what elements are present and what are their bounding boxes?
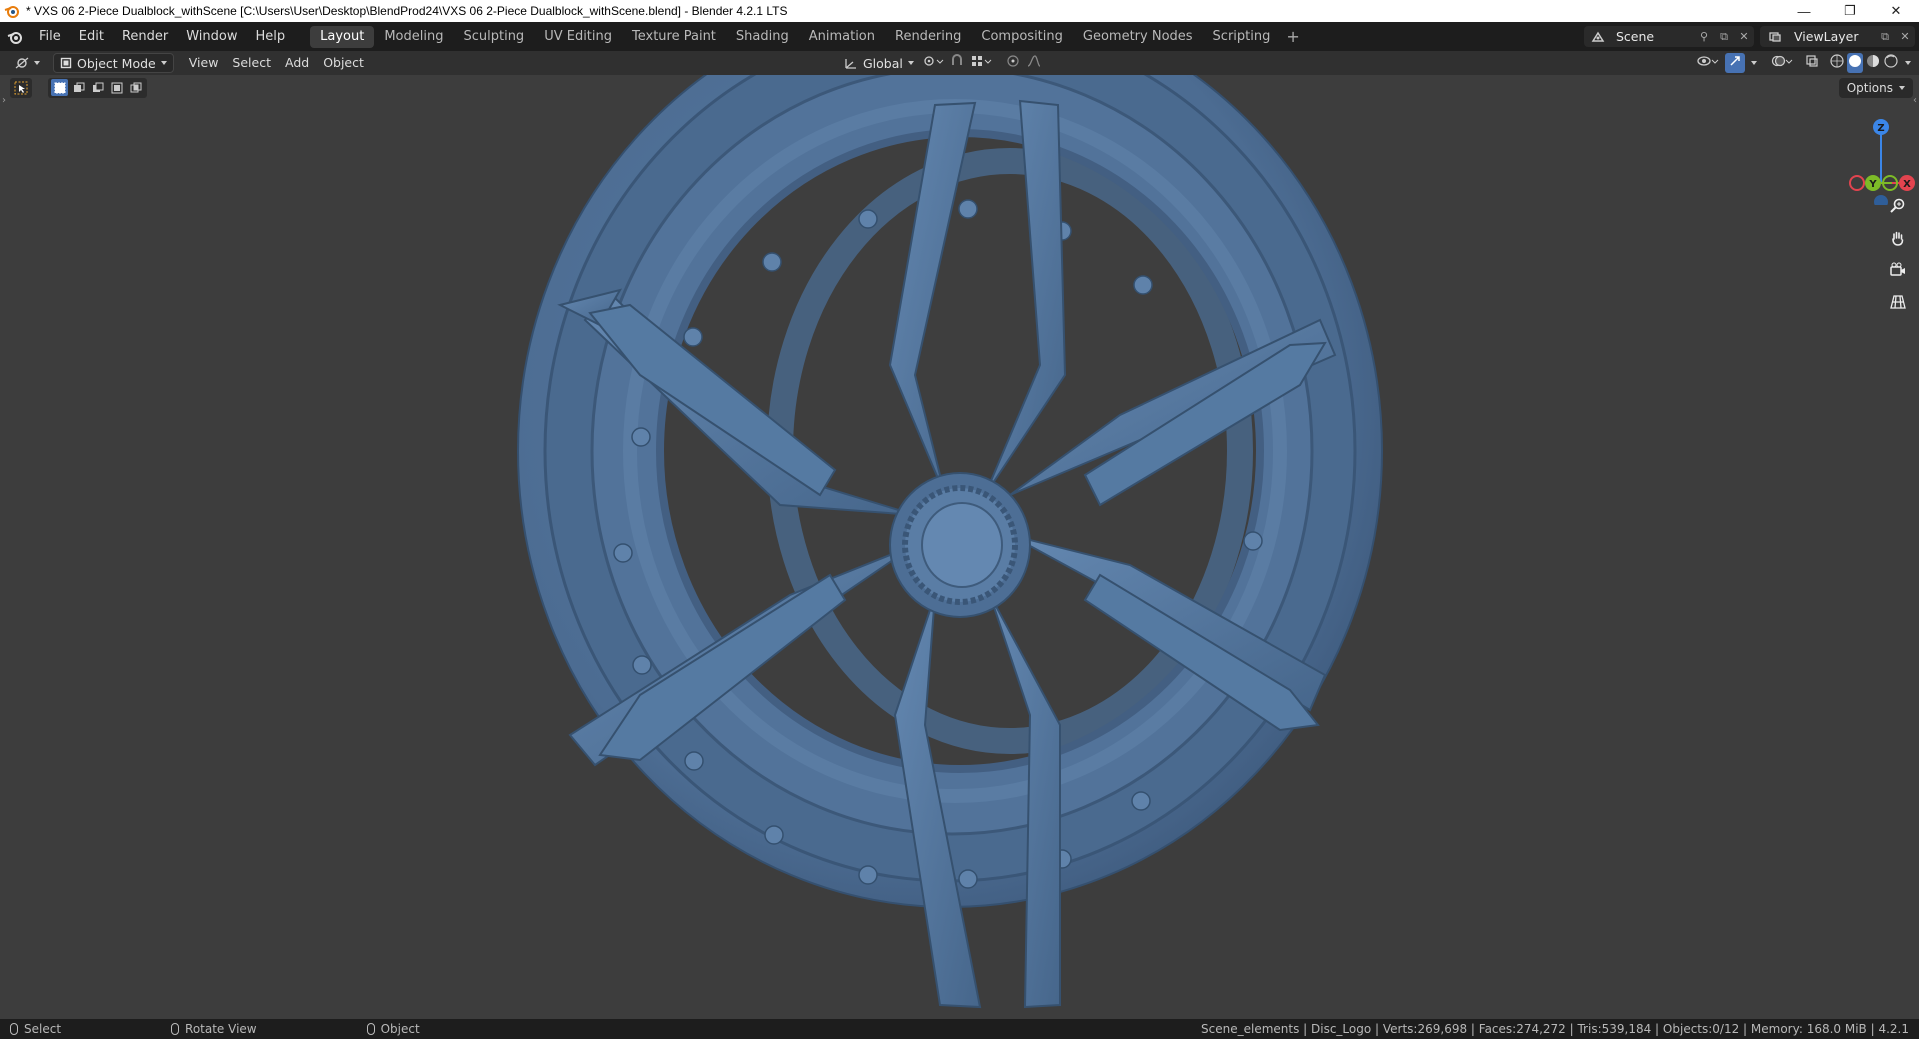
delete-scene-icon[interactable]: ✕ — [1734, 27, 1754, 47]
object-mode-icon — [60, 57, 72, 69]
blender-menu-icon[interactable] — [0, 29, 30, 45]
tab-geometry-nodes[interactable]: Geometry Nodes — [1073, 26, 1203, 48]
view-layer-name: ViewLayer — [1794, 29, 1859, 44]
tab-uv-editing[interactable]: UV Editing — [534, 26, 622, 48]
gizmo-neg-x-icon[interactable] — [1849, 175, 1865, 191]
restore-button[interactable]: ❐ — [1827, 0, 1873, 22]
tab-texture-paint[interactable]: Texture Paint — [622, 26, 726, 48]
add-workspace-button[interactable]: + — [1280, 27, 1305, 46]
right-mouse-icon — [366, 1023, 375, 1035]
tab-shading[interactable]: Shading — [726, 26, 799, 48]
3d-viewport[interactable]: › ‹ Options Z Y X — [0, 75, 1919, 1019]
svg-text:Z: Z — [1877, 123, 1884, 134]
tab-compositing[interactable]: Compositing — [971, 26, 1073, 48]
pan-hand-icon[interactable] — [1885, 225, 1911, 251]
mode-dropdown[interactable]: Object Mode — [53, 53, 174, 73]
xray-icon[interactable] — [1805, 54, 1819, 72]
window-title: * VXS 06 2-Piece Dualblock_withScene [C:… — [26, 4, 788, 18]
proportional-editing-icon[interactable] — [1006, 54, 1020, 72]
menu-help[interactable]: Help — [247, 26, 295, 48]
menu-window[interactable]: Window — [177, 26, 246, 48]
menu-object[interactable]: Object — [316, 53, 371, 73]
middle-mouse-icon — [171, 1023, 180, 1035]
scene-selector[interactable]: Scene ⚲ ⧉ ✕ — [1584, 26, 1754, 47]
zoom-icon[interactable] — [1885, 193, 1911, 219]
menu-render[interactable]: Render — [113, 26, 177, 48]
svg-text:Y: Y — [1868, 179, 1877, 190]
tab-animation[interactable]: Animation — [799, 26, 885, 48]
snap-icon[interactable] — [950, 54, 964, 72]
gizmo-toggle-icon[interactable] — [1725, 53, 1745, 73]
tab-scripting[interactable]: Scripting — [1203, 26, 1281, 48]
window-titlebar: * VXS 06 2-Piece Dualblock_withScene [C:… — [0, 0, 1919, 22]
tab-layout[interactable]: Layout — [310, 25, 375, 48]
navigation-tools — [1885, 193, 1911, 315]
transform-orientation-dropdown[interactable]: Global — [838, 53, 920, 73]
view-layer-selector[interactable]: ViewLayer ⧉ ✕ — [1760, 26, 1915, 47]
rendered-shading-icon[interactable] — [1883, 53, 1899, 73]
menu-add[interactable]: Add — [278, 53, 316, 73]
minimize-button[interactable]: — — [1781, 0, 1827, 22]
tab-rendering[interactable]: Rendering — [885, 26, 971, 48]
menu-edit[interactable]: Edit — [70, 26, 113, 48]
menu-view[interactable]: View — [182, 53, 226, 73]
falloff-icon[interactable] — [1026, 54, 1048, 72]
editor-type-button[interactable] — [8, 53, 47, 73]
navigation-gizmo[interactable]: Z Y X — [1829, 105, 1919, 205]
status-select-hint: Select — [10, 1022, 61, 1036]
3d-viewport-icon — [15, 57, 29, 69]
status-object-hint: Object — [366, 1022, 420, 1036]
status-bar: Select Rotate View Object Scene_elements… — [0, 1019, 1919, 1039]
scene-icon — [1584, 30, 1612, 44]
menu-select[interactable]: Select — [225, 53, 278, 73]
pin-icon[interactable]: ⚲ — [1694, 27, 1714, 47]
menu-file[interactable]: File — [30, 26, 70, 48]
wheel-model — [517, 75, 1383, 1009]
overlays-icon[interactable] — [1771, 54, 1793, 72]
wireframe-shading-icon[interactable] — [1829, 53, 1845, 73]
blender-logo-icon — [4, 3, 20, 19]
wheel-hub — [889, 472, 1031, 618]
camera-view-icon[interactable] — [1885, 257, 1911, 283]
new-view-layer-icon[interactable]: ⧉ — [1875, 27, 1895, 47]
pivot-point-icon[interactable] — [922, 54, 944, 72]
viewport-header: Object Mode View Select Add Object Globa… — [0, 51, 1919, 75]
visibility-icon[interactable] — [1697, 54, 1719, 72]
snap-target-icon[interactable] — [970, 54, 992, 72]
top-bar: File Edit Render Window Help Layout Mode… — [0, 22, 1919, 51]
close-window-button[interactable]: ✕ — [1873, 0, 1919, 22]
view-layer-icon — [1760, 30, 1790, 44]
new-scene-icon[interactable]: ⧉ — [1714, 27, 1734, 47]
solid-shading-icon[interactable] — [1847, 53, 1863, 73]
tab-sculpting[interactable]: Sculpting — [453, 26, 534, 48]
left-mouse-icon — [10, 1023, 18, 1035]
tab-modeling[interactable]: Modeling — [374, 26, 453, 48]
perspective-grid-icon[interactable] — [1885, 289, 1911, 315]
delete-view-layer-icon[interactable]: ✕ — [1895, 27, 1915, 47]
status-rotate-hint: Rotate View — [171, 1022, 257, 1036]
material-shading-icon[interactable] — [1865, 53, 1881, 73]
scene-statistics: Scene_elements | Disc_Logo | Verts:269,6… — [1201, 1022, 1909, 1036]
orientation-icon — [845, 59, 856, 69]
mode-label: Object Mode — [77, 55, 156, 71]
orientation-label: Global — [863, 55, 903, 71]
svg-text:X: X — [1903, 179, 1911, 190]
scene-name: Scene — [1616, 29, 1655, 44]
